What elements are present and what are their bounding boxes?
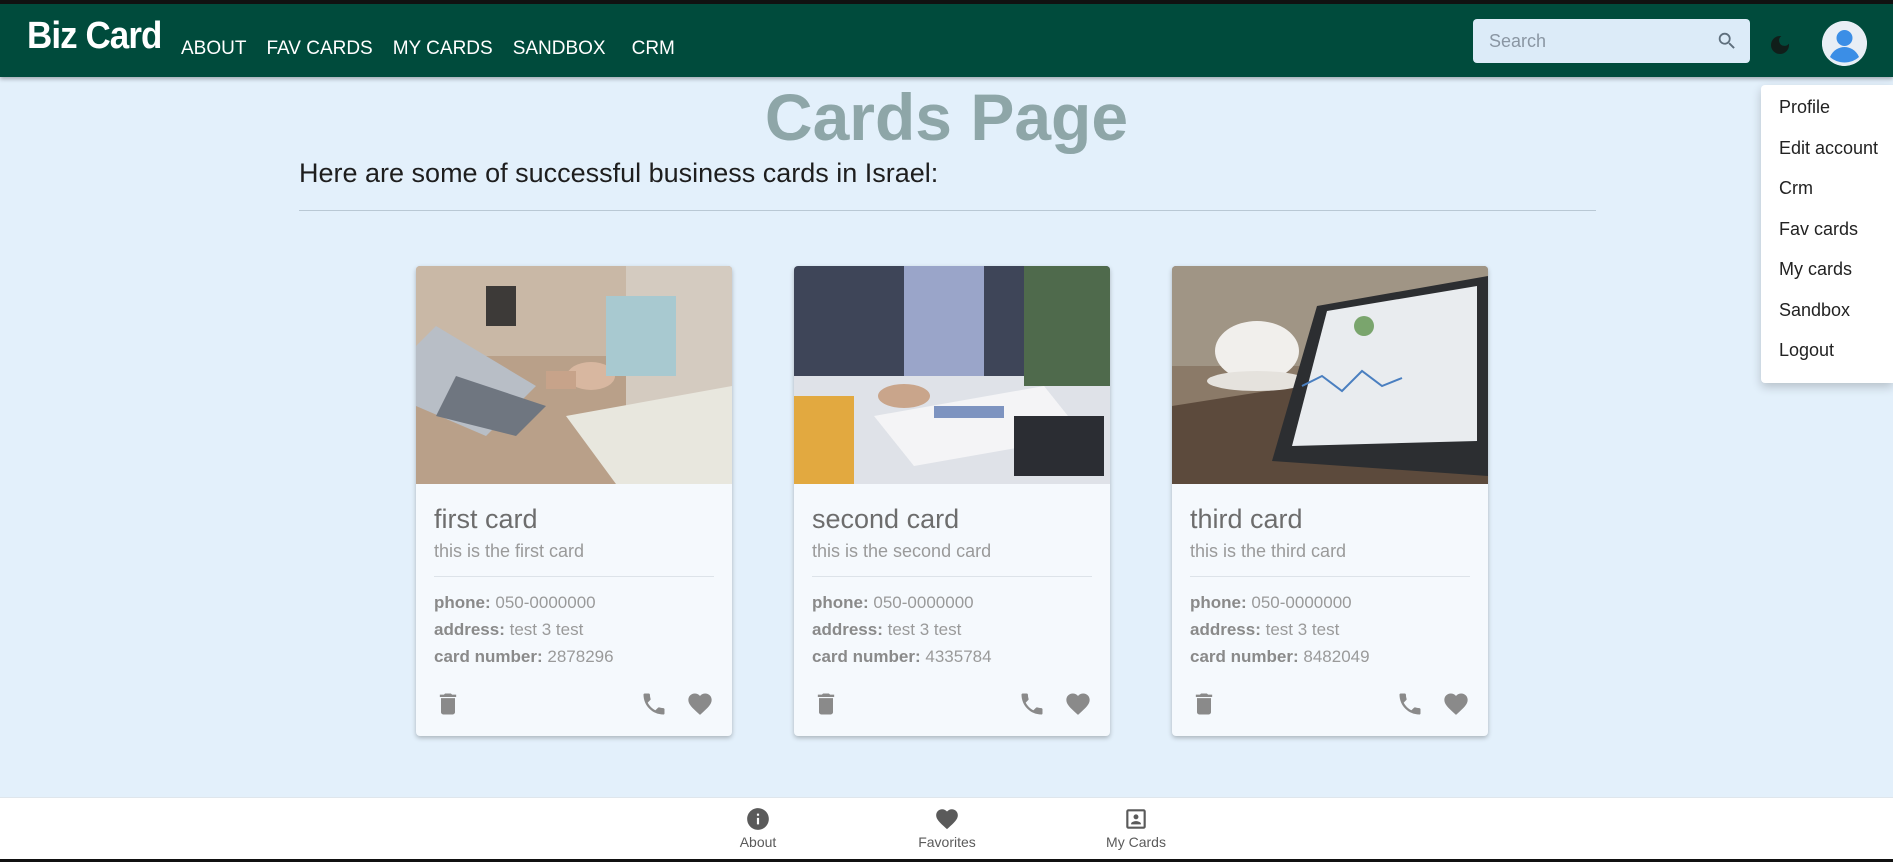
menu-item-crm[interactable]: Crm <box>1761 178 1893 219</box>
card-image <box>1172 266 1488 484</box>
card-address: address: test 3 test <box>1190 616 1470 643</box>
address-value: test 3 test <box>509 620 584 639</box>
menu-item-sandbox[interactable]: Sandbox <box>1761 300 1893 341</box>
address-label: address: <box>434 620 505 639</box>
menu-item-my-cards[interactable]: My cards <box>1761 259 1893 300</box>
card-actions <box>434 690 714 718</box>
phone-label: phone: <box>812 593 869 612</box>
bottom-nav-my-cards[interactable]: My Cards <box>1076 806 1196 850</box>
card-number-label: card number: <box>812 647 921 666</box>
trash-icon[interactable] <box>812 690 840 718</box>
search-input[interactable] <box>1473 30 1703 52</box>
menu-item-logout[interactable]: Logout <box>1761 340 1893 381</box>
bottom-nav-about-label: About <box>739 834 777 850</box>
avatar[interactable] <box>1822 21 1867 66</box>
card-actions <box>1190 690 1470 718</box>
business-card[interactable]: second card this is the second card phon… <box>794 266 1110 736</box>
heart-icon[interactable] <box>686 690 714 718</box>
card-subtitle: this is the third card <box>1190 541 1347 561</box>
phone-label: phone: <box>1190 593 1247 612</box>
address-label: address: <box>1190 620 1261 639</box>
nav-sandbox[interactable]: SANDBOX <box>513 38 606 60</box>
card-subtitle: this is the first card <box>434 541 585 561</box>
card-number: card number: 4335784 <box>812 643 1092 670</box>
page-title: Cards Page <box>764 80 1129 154</box>
card-actions <box>812 690 1092 718</box>
phone-value: 050-0000000 <box>495 593 596 612</box>
app-bar: Biz Card ABOUT FAV CARDS MY CARDS SANDBO… <box>0 0 1893 77</box>
card-phone: phone: 050-0000000 <box>1190 589 1470 616</box>
phone-icon[interactable] <box>1018 690 1046 718</box>
bottom-nav-my-cards-label: My Cards <box>1106 834 1166 850</box>
nav-about[interactable]: ABOUT <box>181 38 246 60</box>
card-image <box>794 266 1110 484</box>
nav-fav-cards[interactable]: FAV CARDS <box>266 38 372 60</box>
page-subtitle: Here are some of successful business car… <box>299 158 939 188</box>
card-divider <box>812 576 1092 577</box>
card-address: address: test 3 test <box>434 616 714 643</box>
card-address: address: test 3 test <box>812 616 1092 643</box>
business-card[interactable]: third card this is the third card phone:… <box>1172 266 1488 736</box>
phone-icon[interactable] <box>640 690 668 718</box>
card-number: card number: 8482049 <box>1190 643 1470 670</box>
nav-crm[interactable]: CRM <box>632 38 675 60</box>
logo[interactable]: Biz Card <box>27 15 162 58</box>
bottom-nav-about[interactable]: About <box>698 806 818 850</box>
trash-icon[interactable] <box>1190 690 1218 718</box>
card-divider <box>1190 576 1470 577</box>
menu-item-fav-cards[interactable]: Fav cards <box>1761 219 1893 260</box>
heart-icon[interactable] <box>1064 690 1092 718</box>
card-divider <box>434 576 714 577</box>
card-number-value: 2878296 <box>547 647 614 666</box>
bottom-nav: About Favorites My Cards <box>0 797 1893 862</box>
heart-icon[interactable] <box>1442 690 1470 718</box>
nav-my-cards[interactable]: MY CARDS <box>393 38 493 60</box>
card-number-value: 4335784 <box>925 647 992 666</box>
phone-value: 050-0000000 <box>1251 593 1352 612</box>
card-phone: phone: 050-0000000 <box>434 589 714 616</box>
menu-item-edit-account[interactable]: Edit account <box>1761 138 1893 179</box>
address-label: address: <box>812 620 883 639</box>
search-box <box>1473 19 1750 63</box>
card-number-value: 8482049 <box>1303 647 1370 666</box>
card-image <box>416 266 732 484</box>
menu-item-profile[interactable]: Profile <box>1761 97 1893 138</box>
main-nav: ABOUT FAV CARDS MY CARDS SANDBOX CRM <box>181 38 695 60</box>
address-value: test 3 test <box>1265 620 1340 639</box>
card-number-label: card number: <box>434 647 543 666</box>
moon-icon[interactable] <box>1768 33 1792 57</box>
card-title: first card <box>434 504 538 534</box>
divider <box>299 210 1596 211</box>
card-title: second card <box>812 504 960 534</box>
address-value: test 3 test <box>887 620 962 639</box>
search-icon[interactable] <box>1716 30 1738 52</box>
heart-icon <box>936 809 958 830</box>
bottom-nav-favorites-label: Favorites <box>918 834 976 850</box>
card-number-label: card number: <box>1190 647 1299 666</box>
business-card[interactable]: first card this is the first card phone:… <box>416 266 732 736</box>
account-icon <box>1822 21 1867 66</box>
card-number: card number: 2878296 <box>434 643 714 670</box>
card-title: third card <box>1190 504 1303 534</box>
bottom-nav-favorites[interactable]: Favorites <box>887 806 1007 850</box>
trash-icon[interactable] <box>434 690 462 718</box>
phone-value: 050-0000000 <box>873 593 974 612</box>
info-icon <box>747 808 769 830</box>
user-menu: Profile Edit account Crm Fav cards My ca… <box>1761 85 1893 383</box>
card-subtitle: this is the second card <box>812 541 992 561</box>
card-phone: phone: 050-0000000 <box>812 589 1092 616</box>
phone-icon[interactable] <box>1396 690 1424 718</box>
phone-label: phone: <box>434 593 491 612</box>
portrait-icon <box>1126 809 1146 829</box>
